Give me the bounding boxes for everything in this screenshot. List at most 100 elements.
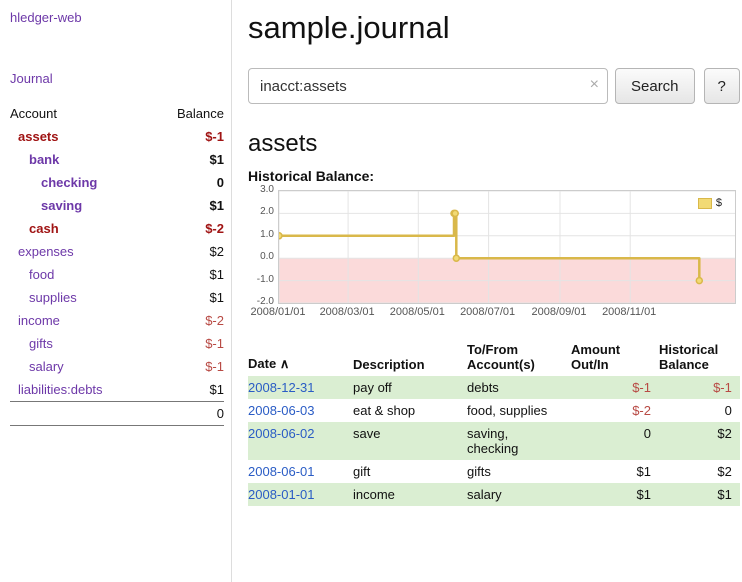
account-row: salary $-1 [10,355,224,378]
register-row: 2008-12-31 pay off debts $-1 $-1 [248,376,740,399]
account-row: supplies $1 [10,286,224,309]
sort-asc-icon: ∧ [280,356,290,371]
transaction-balance: $2 [659,460,740,483]
transaction-amount: $-2 [571,399,659,422]
col-header-balance: Historical Balance [659,340,740,376]
chart-ytick-label: 3.0 [248,184,274,195]
account-link-food[interactable]: food [29,267,54,282]
journal-link[interactable]: Journal [10,71,53,86]
account-balance: $1 [152,286,224,309]
col-header-accounts: To/From Account(s) [467,340,571,376]
accounts-header-row: Account Balance [10,102,224,125]
transaction-accounts: food, supplies [467,399,571,422]
account-link-salary[interactable]: salary [29,359,64,374]
app-title-link[interactable]: hledger-web [10,10,82,25]
register-header-row: Date ∧ Description To/From Account(s) Am… [248,340,740,376]
col-header-date-label: Date [248,356,276,371]
hledger-web-app: hledger-web Journal Account Balance asse… [0,0,742,582]
chart-xtick-label: 2008/09/01 [531,306,586,318]
account-link-gifts[interactable]: gifts [29,336,53,351]
account-balance: $-2 [152,217,224,240]
transaction-balance: $2 [659,422,740,460]
accounts-header-balance: Balance [152,102,224,125]
transaction-date-link[interactable]: 2008-06-01 [248,464,315,479]
account-row: liabilities:debts $1 [10,378,224,402]
transaction-accounts: gifts [467,460,571,483]
transaction-amount: 0 [571,422,659,460]
chart-ytick-label: 2.0 [248,206,274,217]
account-link-liabilities-debts[interactable]: liabilities:debts [18,382,103,397]
account-link-checking[interactable]: checking [41,175,97,190]
transaction-balance: $-1 [659,376,740,399]
account-row: food $1 [10,263,224,286]
account-balance: $-1 [152,355,224,378]
transaction-date-link[interactable]: 2008-06-02 [248,426,315,441]
transaction-description: eat & shop [353,399,467,422]
account-balance: $1 [152,378,224,402]
legend-swatch-icon [698,198,712,209]
account-row: gifts $-1 [10,332,224,355]
col-header-amount: Amount Out/In [571,340,659,376]
account-link-income[interactable]: income [18,313,60,328]
transaction-amount: $-1 [571,376,659,399]
accounts-total-spacer [10,402,152,426]
transaction-date-link[interactable]: 2008-06-03 [248,403,315,418]
col-header-balance-line2: Balance [659,357,732,372]
chart-xtick-label: 2008/01/01 [250,306,305,318]
chart-title: Historical Balance: [248,168,740,184]
chart-xlabels: 2008/01/012008/03/012008/05/012008/07/01… [278,306,734,320]
transaction-balance: $1 [659,483,740,506]
sidebar: hledger-web Journal Account Balance asse… [0,0,232,582]
chart-ytick-label: 1.0 [248,229,274,240]
transaction-description: save [353,422,467,460]
account-row: checking 0 [10,171,224,194]
register-row: 2008-01-01 income salary $1 $1 [248,483,740,506]
account-link-supplies[interactable]: supplies [29,290,77,305]
account-link-bank[interactable]: bank [29,152,59,167]
transaction-date-link[interactable]: 2008-12-31 [248,380,315,395]
account-balance: $-2 [152,309,224,332]
help-button[interactable]: ? [704,68,740,104]
register-row: 2008-06-01 gift gifts $1 $2 [248,460,740,483]
transaction-description: income [353,483,467,506]
account-balance: $-1 [152,125,224,148]
accounts-table: Account Balance assets $-1 bank $1 check… [10,102,224,426]
account-link-cash[interactable]: cash [29,221,59,236]
col-header-date[interactable]: Date ∧ [248,340,353,376]
register-table: Date ∧ Description To/From Account(s) Am… [248,340,740,506]
account-row: saving $1 [10,194,224,217]
account-balance: $1 [152,194,224,217]
col-header-amount-line2: Out/In [571,357,651,372]
transaction-accounts: saving, checking [467,422,571,460]
transaction-date-link[interactable]: 2008-01-01 [248,487,315,502]
chart-legend: $ [695,196,725,210]
account-row: expenses $2 [10,240,224,263]
col-header-description: Description [353,340,467,376]
chart-ytick-label: -1.0 [248,274,274,285]
col-header-balance-line1: Historical [659,342,732,357]
account-row: bank $1 [10,148,224,171]
account-link-expenses[interactable]: expenses [18,244,74,259]
account-row: cash $-2 [10,217,224,240]
legend-label: $ [716,197,722,209]
account-heading: assets [248,130,740,158]
account-link-saving[interactable]: saving [41,198,82,213]
chart-ylabels: 3.02.01.00.0-1.0-2.0 [248,190,274,302]
clear-search-icon[interactable]: × [590,76,599,94]
accounts-total: 0 [152,402,224,426]
chart-xtick-label: 2008/05/01 [390,306,445,318]
chart-plot-area: $ [278,190,736,304]
transaction-balance: 0 [659,399,740,422]
account-balance: $1 [152,263,224,286]
main-content: sample.journal × Search ? assets Histori… [232,0,742,582]
account-link-assets[interactable]: assets [18,129,58,144]
col-header-amount-line1: Amount [571,342,651,357]
transaction-accounts: salary [467,483,571,506]
transaction-amount: $1 [571,460,659,483]
search-button[interactable]: Search [615,68,695,104]
accounts-total-row: 0 [10,402,224,426]
col-header-accounts-line2: Account(s) [467,357,563,372]
account-balance: $1 [152,148,224,171]
search-row: × Search ? [248,68,740,104]
search-input[interactable] [248,68,608,104]
